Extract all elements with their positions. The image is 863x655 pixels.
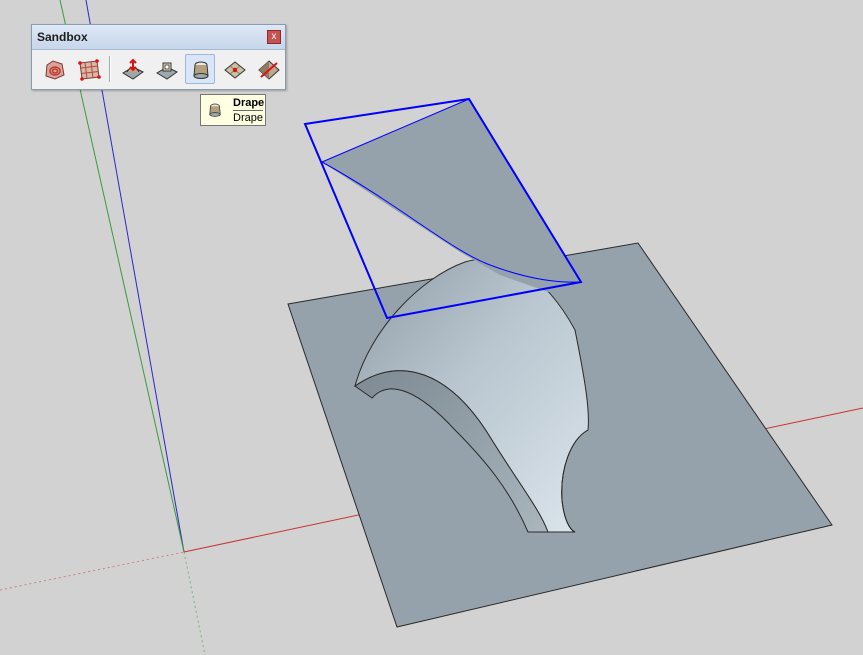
drape-icon [209,103,221,117]
drape-button[interactable] [185,54,215,84]
flip-edge-button[interactable] [253,54,283,84]
add-detail-button[interactable] [219,54,249,84]
from-scratch-icon [78,59,101,81]
toolbar-title: Sandbox [37,30,88,44]
toolbar-titlebar[interactable]: Sandbox x [32,25,285,50]
from-contours-icon [45,60,65,80]
add-detail-icon [224,61,246,79]
drape-edge-face[interactable] [322,99,581,292]
toolbar-separator [109,56,111,82]
from-contours-button[interactable] [39,54,69,84]
smoove-button[interactable] [117,54,147,84]
tooltip-divider [233,110,263,111]
flip-edge-icon [258,60,280,80]
sandbox-toolbar[interactable]: Sandbox x [31,24,286,90]
from-scratch-button[interactable] [73,54,103,84]
red-axis-dotted [0,551,185,591]
drape-tooltip: Drape Drape [200,94,266,126]
close-button[interactable]: x [267,30,281,44]
modeling-viewport[interactable] [0,0,863,655]
smoove-icon [122,58,144,80]
stamp-icon [156,62,178,80]
green-axis-dotted [183,551,206,655]
tooltip-title: Drape [233,97,265,109]
stamp-button[interactable] [151,54,181,84]
tooltip-description: Drape [233,112,263,124]
toolbar-buttons [37,54,282,84]
drape-icon [193,61,209,79]
